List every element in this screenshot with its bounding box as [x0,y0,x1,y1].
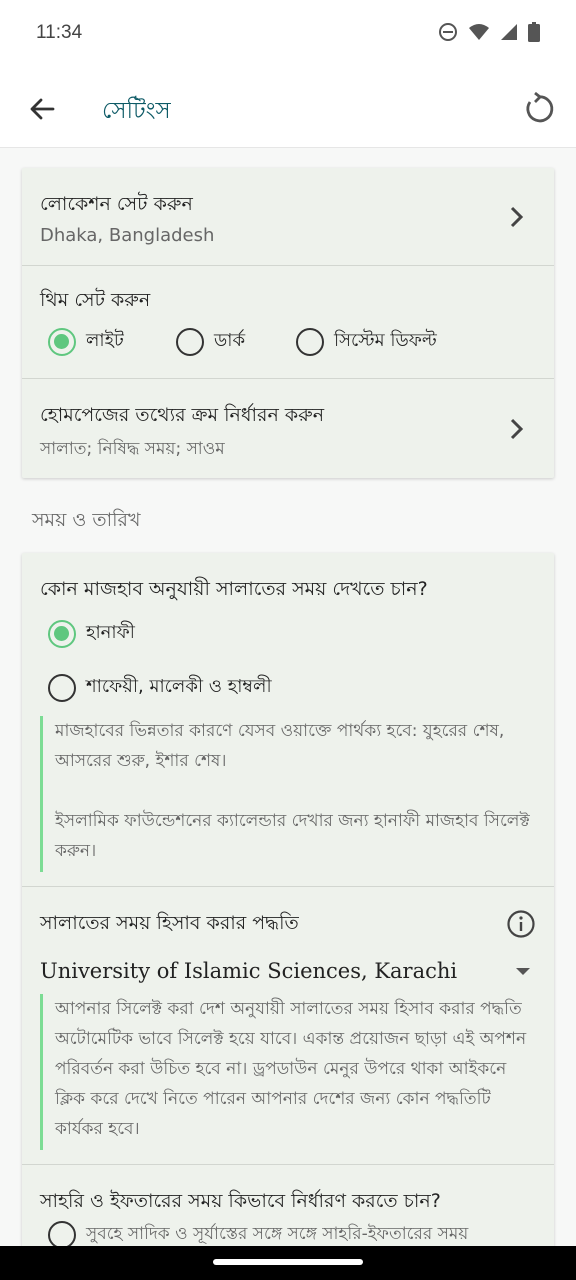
do-not-disturb-icon [439,23,457,41]
sehri-iftar-row: সাহরি ও ইফতারের সময় কিভাবে নির্ধারণ করত… [22,1165,554,1248]
reset-button[interactable] [516,87,560,131]
status-time: 11:34 [36,22,83,43]
calc-method-dropdown[interactable]: University of Islamic Sciences, Karachi [40,951,540,991]
madhab-note: মাজহাবের ভিন্নতার কারণে যেসব ওয়াক্তে পা… [40,716,540,872]
madhab-note-line-2: ইসলামিক ফাউন্ডেশনের ক্যালেন্ডার দেখার জন… [55,811,530,861]
battery-icon [528,22,540,42]
calc-method-value: University of Islamic Sciences, Karachi [40,959,458,983]
reset-icon [526,92,554,123]
radio-unselected-icon [296,327,324,356]
madhab-option-label: হানাফী [86,622,135,643]
section-label-time-date: সময় ও তারিখ [32,509,141,531]
location-title: লোকেশন সেট করুন [40,193,193,215]
sehri-iftar-option-1[interactable]: সুবহে সাদিক ও সূর্যাস্তের সঙ্গে সঙ্গে সা… [48,1221,468,1248]
theme-option-label: সিস্টেম ডিফল্ট [334,330,437,351]
theme-option-label: ডার্ক [214,330,246,351]
sehri-iftar-option-label: সুবহে সাদিক ও সূর্যাস্তের সঙ্গে সঙ্গে সা… [86,1224,469,1244]
madhab-row: কোন মাজহাব অনুযায়ী সালাতের সময় দেখতে চ… [22,553,554,887]
arrow-left-icon [30,98,55,120]
chevron-right-icon [510,418,524,440]
dropdown-arrow-icon [516,967,530,975]
time-date-card: কোন মাজহাব অনুযায়ী সালাতের সময় দেখতে চ… [22,553,554,1248]
homepage-order-row[interactable]: হোমপেজের তথ্যের ক্রম নির্ধারন করুন সালাত… [22,379,554,478]
calc-method-title: সালাতের সময় হিসাব করার পদ্ধতি [40,912,299,934]
radio-unselected-icon [48,673,76,702]
calc-method-note: আপনার সিলেক্ট করা দেশ অনুযায়ী সালাতের স… [40,994,540,1150]
theme-option-light[interactable]: লাইট [48,326,124,357]
theme-option-label: লাইট [86,330,124,351]
madhab-option-label: শাফেয়ী, মালেকী ও হাম্বলী [86,676,272,697]
info-icon[interactable] [506,909,536,939]
theme-row: থিম সেট করুন লাইট ডার্ক সিস্টেম ডিফল্ট [22,266,554,379]
madhab-option-hanafi[interactable]: হানাফী [48,618,135,649]
theme-option-system[interactable]: সিস্টেম ডিফল্ট [296,326,437,357]
location-value: Dhaka, Bangladesh [40,225,215,246]
madhab-option-shafi[interactable]: শাফেয়ী, মালেকী ও হাম্বলী [48,672,272,703]
page-title: সেটিংস [102,98,171,124]
radio-unselected-icon [176,327,204,356]
madhab-title: কোন মাজহাব অনুযায়ী সালাতের সময় দেখতে চ… [40,578,428,600]
homepage-order-title: হোমপেজের তথ্যের ক্রম নির্ধারন করুন [40,404,325,426]
theme-title: থিম সেট করুন [40,289,151,311]
madhab-note-line-1: মাজহাবের ভিন্নতার কারণে যেসব ওয়াক্তে পা… [55,721,505,771]
theme-option-dark[interactable]: ডার্ক [176,326,245,357]
home-gesture-handle[interactable] [213,1259,363,1265]
status-icons [438,22,540,42]
radio-unselected-icon [48,1221,76,1248]
chevron-right-icon [510,206,524,228]
system-nav-bar [0,1246,576,1280]
signal-icon [501,24,517,40]
location-row[interactable]: লোকেশন সেট করুন Dhaka, Bangladesh [22,168,554,266]
status-bar: 11:34 [0,0,576,70]
general-settings-card: লোকেশন সেট করুন Dhaka, Bangladesh থিম সে… [22,168,554,478]
back-button[interactable] [22,89,62,129]
radio-selected-icon [48,619,76,648]
settings-content: লোকেশন সেট করুন Dhaka, Bangladesh থিম সে… [0,148,576,1248]
homepage-order-value: সালাত; নিষিদ্ধ সময়; সাওম [40,439,225,459]
app-bar: সেটিংস [0,70,576,148]
calc-method-row: সালাতের সময় হিসাব করার পদ্ধতি Universit… [22,887,554,1165]
radio-selected-icon [48,327,76,356]
sehri-iftar-title: সাহরি ও ইফতারের সময় কিভাবে নির্ধারণ করত… [40,1190,441,1212]
wifi-icon [469,24,489,40]
